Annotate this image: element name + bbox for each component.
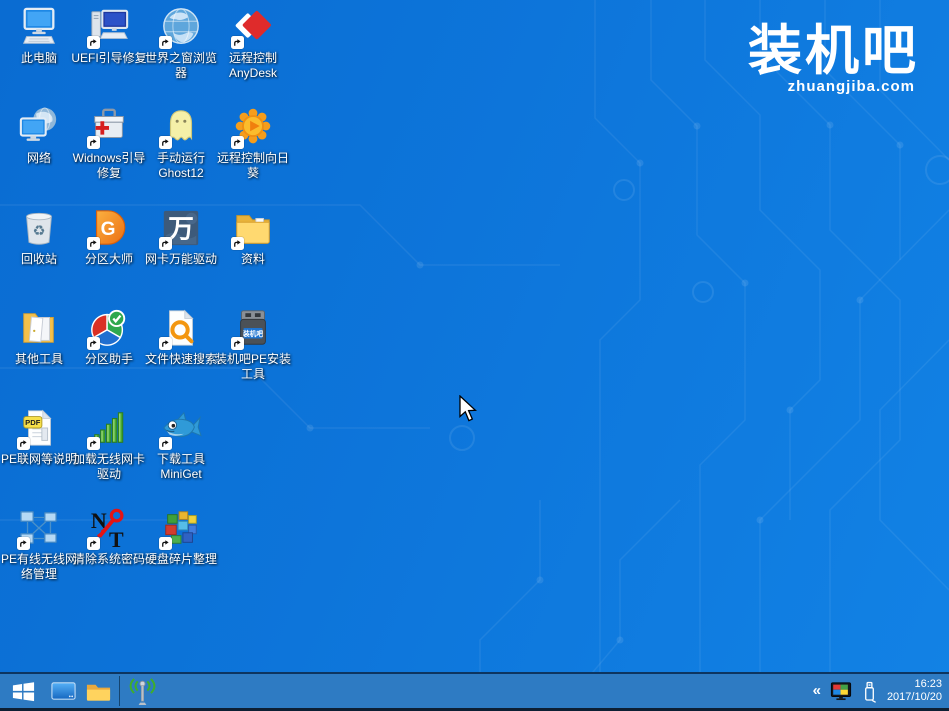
network-icon	[18, 106, 60, 148]
icon-label: 分区助手	[70, 352, 148, 367]
shortcut-arrow-icon	[87, 537, 100, 550]
usb-drive-icon	[861, 680, 878, 703]
disk-defrag-icon	[160, 507, 202, 549]
tray-expand-icon[interactable]: «	[813, 683, 821, 700]
data-folder-icon	[232, 207, 274, 249]
file-quick-search-icon	[160, 307, 202, 349]
taskbar-separator	[119, 676, 120, 706]
svg-text:T: T	[109, 527, 124, 549]
system-tray: « 16:23 2017/10/20	[813, 674, 942, 708]
start-button[interactable]	[0, 674, 46, 708]
clear-password-icon: NT	[88, 507, 130, 549]
shortcut-arrow-icon	[231, 237, 244, 250]
svg-text:♻: ♻	[33, 224, 46, 240]
shortcut-arrow-icon	[159, 237, 172, 250]
svg-text:G: G	[101, 219, 116, 240]
shortcut-arrow-icon	[159, 437, 172, 450]
icon-label: 世界之窗浏览器	[142, 51, 220, 81]
shortcut-arrow-icon	[87, 337, 100, 350]
shortcut-arrow-icon	[159, 337, 172, 350]
desktop-icon-anydesk[interactable]: 远程控制AnyDesk	[211, 6, 295, 81]
world-window-browser-icon	[160, 6, 202, 48]
wireless-antenna-icon	[128, 677, 157, 706]
wireless-network-button[interactable]	[125, 674, 160, 708]
uefi-boot-repair-icon	[88, 6, 130, 48]
display-icon	[50, 678, 77, 705]
icon-label: 硬盘碎片整理	[142, 552, 220, 567]
miniget-shark-icon	[160, 407, 202, 449]
anydesk-remote-icon	[232, 6, 274, 48]
partition-master-icon: G	[88, 207, 130, 249]
icon-label: 装机吧PE安装工具	[214, 352, 292, 382]
icon-label: 清除系统密码	[70, 552, 148, 567]
svg-text:PDF: PDF	[25, 418, 41, 427]
icon-label: 网卡万能驱动	[142, 252, 220, 267]
desktop-icon-miniget[interactable]: 下载工具MiniGet	[139, 407, 223, 482]
icon-label: Widnows引导修复	[70, 151, 148, 181]
universal-nic-driver-icon: 万	[160, 207, 202, 249]
windows-boot-repair-icon	[88, 106, 130, 148]
sunflower-remote-icon	[232, 106, 274, 148]
recycle-bin-icon: ♻	[18, 207, 60, 249]
this-pc-icon	[18, 6, 60, 48]
svg-text:装机吧: 装机吧	[242, 329, 263, 338]
shortcut-arrow-icon	[17, 537, 30, 550]
icon-label: 资料	[214, 252, 292, 267]
shortcut-arrow-icon	[159, 136, 172, 149]
icon-label: 下载工具MiniGet	[142, 452, 220, 482]
desktop-icon-data-folder[interactable]: 资料	[211, 207, 295, 267]
desktop-icon-zhuangjiba-pe-usb[interactable]: 装机吧 装机吧PE安装工具	[211, 307, 295, 382]
shortcut-arrow-icon	[87, 36, 100, 49]
shortcut-arrow-icon	[17, 437, 30, 450]
shortcut-arrow-icon	[87, 437, 100, 450]
shortcut-arrow-icon	[231, 337, 244, 350]
icon-label: 文件快速搜索	[142, 352, 220, 367]
network-manager-icon	[18, 507, 60, 549]
pdf-readme-icon: PDF	[18, 407, 60, 449]
clock-time: 16:23	[887, 678, 942, 691]
ghost12-icon	[160, 106, 202, 148]
display-settings-tray-button[interactable]	[830, 674, 852, 708]
display-color-icon	[830, 681, 852, 702]
icon-label: UEFI引导修复	[70, 51, 148, 66]
file-explorer-button[interactable]	[81, 674, 116, 708]
taskbar-clock[interactable]: 16:23 2017/10/20	[887, 678, 942, 704]
icon-label: 远程控制AnyDesk	[214, 51, 292, 81]
desktop: 装机吧 zhuangjiba.com 此电脑 UEFI引导修复 世界之窗浏览器 …	[0, 0, 949, 711]
brand-logo: 装机吧 zhuangjiba.com	[748, 22, 919, 95]
clock-date: 2017/10/20	[887, 691, 942, 704]
brand-logo-text: 装机吧	[748, 22, 919, 80]
usb-tray-button[interactable]	[861, 674, 878, 708]
mouse-cursor	[459, 395, 478, 424]
zhuangjiba-pe-usb-icon: 装机吧	[232, 307, 274, 349]
taskbar: « 16:23 2017/10/20	[0, 672, 949, 711]
icon-label: 分区大师	[70, 252, 148, 267]
shortcut-arrow-icon	[159, 36, 172, 49]
wireless-nic-driver-icon	[88, 407, 130, 449]
icon-label: 加载无线网卡驱动	[70, 452, 148, 482]
shortcut-arrow-icon	[231, 36, 244, 49]
other-tools-folder-icon	[18, 307, 60, 349]
shortcut-arrow-icon	[231, 136, 244, 149]
show-desktop-button[interactable]	[46, 674, 81, 708]
icon-label: 远程控制向日葵	[214, 151, 292, 181]
desktop-icon-sunflower-remote[interactable]: 远程控制向日葵	[211, 106, 295, 181]
desktop-icon-disk-defrag[interactable]: 硬盘碎片整理	[139, 507, 223, 567]
shortcut-arrow-icon	[87, 136, 100, 149]
folder-icon	[85, 678, 112, 705]
partition-assistant-icon	[88, 307, 130, 349]
shortcut-arrow-icon	[159, 537, 172, 550]
windows-logo-icon	[11, 679, 36, 704]
shortcut-arrow-icon	[87, 237, 100, 250]
icon-label: 手动运行Ghost12	[142, 151, 220, 181]
